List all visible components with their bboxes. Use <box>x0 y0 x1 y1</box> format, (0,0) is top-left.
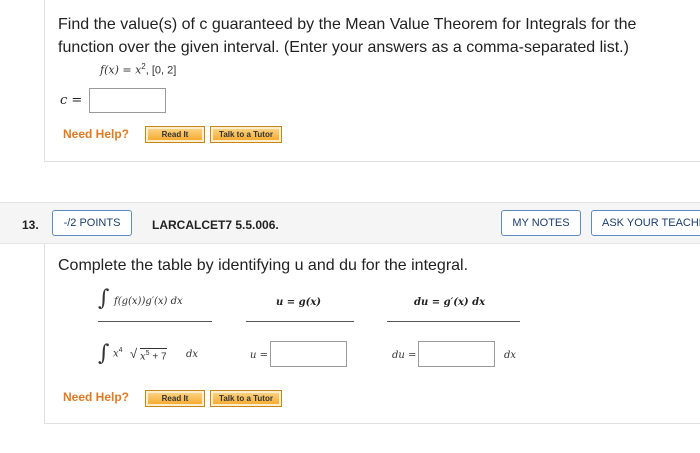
c-answer-input[interactable] <box>89 88 166 113</box>
integral-sign-icon-row: ∫ <box>98 341 110 366</box>
du-label: du = <box>392 350 417 361</box>
need-help-label-12: Need Help? <box>63 127 130 141</box>
header-u: u = g(x) <box>276 297 322 308</box>
header-rule-3 <box>387 321 520 322</box>
row-radicand: x5 + 7 <box>140 348 167 363</box>
integral-sign-icon: ∫ <box>98 286 110 311</box>
header-du: du = g′(x) dx <box>414 297 486 308</box>
question-13-prompt: Complete the table by identifying u and … <box>58 257 469 274</box>
row-dx: dx <box>186 349 199 360</box>
row-integrand: x4 <box>113 347 123 360</box>
u-label: u = <box>250 350 268 361</box>
need-help-label-13: Need Help? <box>63 390 130 404</box>
my-notes-button[interactable]: MY NOTES <box>501 210 581 236</box>
points-button[interactable]: -/2 POINTS <box>52 210 132 236</box>
question-12-text-line-2: function over the given interval. (Enter… <box>58 39 629 56</box>
header-integral-form: f(g(x))g′(x) dx <box>114 296 183 307</box>
du-answer-input[interactable] <box>418 341 495 367</box>
function-definition: f(x) = x2, [0, 2] <box>100 62 176 77</box>
ask-your-teacher-button[interactable]: ASK YOUR TEACHER <box>591 210 700 236</box>
sqrt-icon: √ <box>130 346 138 361</box>
u-answer-input[interactable] <box>270 341 347 367</box>
interval: , [0, 2] <box>145 64 177 77</box>
header-rule-1 <box>98 321 212 322</box>
read-it-button-12[interactable]: Read It <box>145 126 205 143</box>
talk-to-tutor-button-12[interactable]: Talk to a Tutor <box>210 126 282 143</box>
c-label: c = <box>60 93 83 108</box>
question-number: 13. <box>22 218 39 232</box>
function-lhs: f(x) = x <box>100 63 142 77</box>
header-rule-2 <box>246 321 354 322</box>
question-source: LARCALCET7 5.5.006. <box>152 218 279 232</box>
question-12-text-line-1: Find the value(s) of c guaranteed by the… <box>58 16 637 33</box>
du-suffix: dx <box>504 350 517 361</box>
read-it-button-13[interactable]: Read It <box>145 390 205 407</box>
talk-to-tutor-button-13[interactable]: Talk to a Tutor <box>210 390 282 407</box>
